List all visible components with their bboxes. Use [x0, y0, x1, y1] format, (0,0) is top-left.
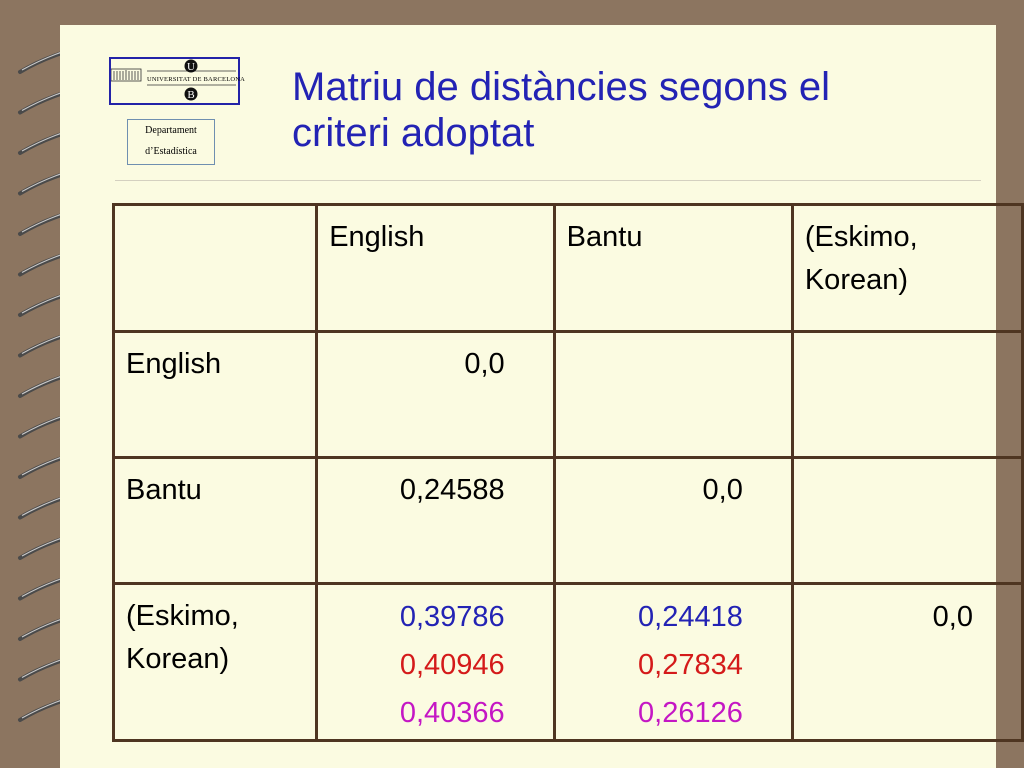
table-cell	[790, 456, 1024, 585]
row-label-text: (Eskimo, Korean)	[126, 600, 239, 675]
header-cell-bantu: Bantu	[552, 203, 794, 333]
cell-value-1: 0,39786	[399, 601, 505, 633]
title-divider	[115, 180, 981, 181]
slide-title: Matriu de distàncies segons el criteri a…	[292, 64, 932, 156]
header-cell-eskimo-korean: (Eskimo, Korean)	[790, 203, 1024, 333]
table-header-row: English Bantu (Eskimo, Korean)	[111, 203, 1024, 333]
table-row: Bantu 0,24588 0,0	[111, 456, 1024, 585]
table-row: (Eskimo, Korean) 0,39786 0,40946 0,40366…	[111, 582, 1024, 742]
university-logo: U B UNIVERSITAT DE BARCELONA	[109, 57, 245, 105]
header-cell-english: English	[315, 203, 556, 333]
cell-value: 0,0	[702, 474, 743, 506]
row-label-eskimo-korean: (Eskimo, Korean)	[111, 582, 319, 742]
table-row: English 0,0	[111, 330, 1024, 459]
cell-value-2: 0,27834	[638, 649, 743, 681]
title-line-2: criteri adoptat	[292, 111, 535, 155]
cell-value-3: 0,40366	[399, 697, 505, 729]
cell-value-2: 0,40946	[399, 649, 505, 681]
title-line-1: Matriu de distàncies segons el	[292, 65, 831, 109]
cell-value: 0,0	[932, 601, 973, 633]
table-cell: 0,0	[315, 330, 556, 459]
header-bantu-label: Bantu	[566, 221, 643, 253]
cell-value-1: 0,24418	[638, 601, 743, 633]
table-cell	[552, 330, 794, 459]
header-english-label: English	[329, 221, 425, 253]
table-cell: 0,0	[552, 456, 794, 585]
department-line-2: d’Estadística	[145, 146, 197, 157]
logo-letter-u: U	[187, 61, 195, 73]
header-corner-cell	[111, 203, 319, 333]
table-cell	[790, 330, 1024, 459]
cell-value: 0,24588	[399, 474, 505, 506]
table-cell: 0,24588	[315, 456, 556, 585]
department-label: Departament d’Estadística	[127, 119, 215, 165]
distance-matrix-table: English Bantu (Eskimo, Korean) English 0…	[111, 203, 1024, 742]
row-label-bantu: Bantu	[111, 456, 319, 585]
logo-letter-b: B	[187, 89, 194, 101]
row-label-text: Bantu	[126, 474, 202, 506]
table-cell: 0,39786 0,40946 0,40366	[315, 582, 556, 742]
department-line-1: Departament	[145, 125, 197, 136]
row-label-text: English	[126, 348, 222, 380]
university-name: UNIVERSITAT DE BARCELONA	[147, 76, 246, 83]
header-eskimo-korean-label: (Eskimo, Korean)	[804, 221, 918, 296]
cell-value-3: 0,26126	[638, 697, 743, 729]
row-label-english: English	[111, 330, 319, 459]
table-cell: 0,24418 0,27834 0,26126	[552, 582, 794, 742]
cell-value: 0,0	[464, 348, 505, 380]
table-cell: 0,0	[790, 582, 1024, 742]
